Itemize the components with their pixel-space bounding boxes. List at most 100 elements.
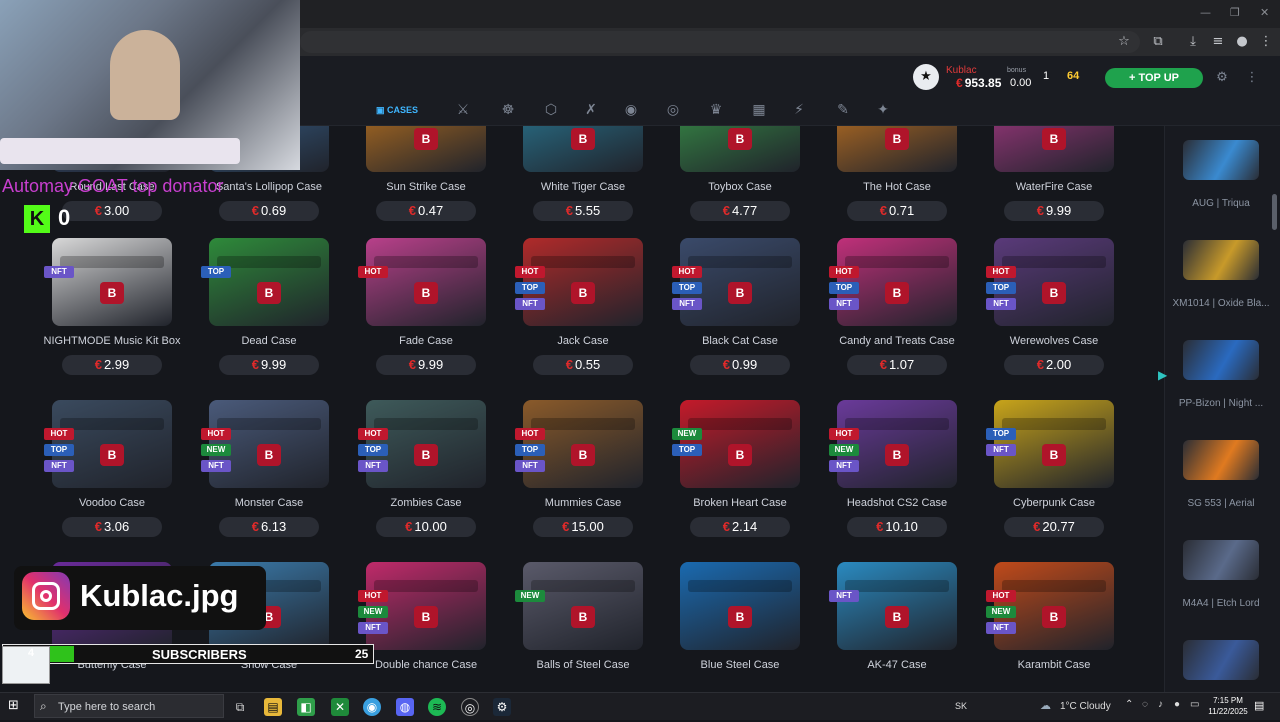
case-price-button[interactable]: €6.13 <box>219 517 319 537</box>
sidebar-drop-item[interactable]: XM1014 | Oxide Bla... <box>1169 232 1273 322</box>
case-card[interactable]: B TOP NFT Cyberpunk Case €20.77 <box>976 400 1132 560</box>
site-menu-icon[interactable]: ⋮ <box>1244 70 1260 86</box>
battle-icon[interactable]: ⚔ <box>452 99 474 121</box>
clock-time[interactable]: 7:15 PM <box>1208 696 1248 705</box>
case-price-button[interactable]: €1.07 <box>847 355 947 375</box>
case-card[interactable]: B HOT TOP NFT Voodoo Case €3.06 <box>34 400 190 560</box>
case-image[interactable]: B <box>837 562 957 650</box>
mic-icon[interactable]: ● <box>1174 699 1180 710</box>
case-card[interactable]: B HOT TOP NFT Zombies Case €10.00 <box>348 400 504 560</box>
case-price-button[interactable]: €0.47 <box>376 201 476 221</box>
avatar[interactable]: ★ <box>913 64 939 90</box>
case-card[interactable]: B NEW Balls of Steel Case <box>505 562 661 692</box>
xbox-icon[interactable]: ✕ <box>331 698 349 716</box>
case-card[interactable]: B HOT TOP NFT Mummies Case €15.00 <box>505 400 661 560</box>
discord-icon[interactable]: ◍ <box>396 698 414 716</box>
case-card[interactable]: B HOT TOP NFT Jack Case €0.55 <box>505 238 661 398</box>
nav-cases-tab[interactable]: ▣ CASES <box>376 99 432 121</box>
case-card[interactable]: B HOT TOP NFT Black Cat Case €0.99 <box>662 238 818 398</box>
case-price-button[interactable]: €0.69 <box>219 201 319 221</box>
case-price-button[interactable]: €0.55 <box>533 355 633 375</box>
case-price-button[interactable]: €0.71 <box>847 201 947 221</box>
case-price-button[interactable]: €15.00 <box>533 517 633 537</box>
case-card[interactable]: B White Tiger Case €5.55 <box>505 126 661 244</box>
case-card[interactable]: BHOTWaterFire Case€9.99 <box>976 126 1132 244</box>
wheel-icon[interactable]: ◉ <box>620 99 642 121</box>
clock-date[interactable]: 11/22/2025 <box>1200 707 1256 716</box>
volume-icon[interactable]: ♪ <box>1158 699 1163 710</box>
case-card[interactable]: B NFT NIGHTMODE Music Kit Box €2.99 <box>34 238 190 398</box>
case-card[interactable]: B HOT TOP NFT Candy and Treats Case €1.07 <box>819 238 975 398</box>
sidebar-drop-item[interactable]: SG 553 | Aerial <box>1169 432 1273 522</box>
case-price-button[interactable]: €10.00 <box>376 517 476 537</box>
download-icon[interactable]: ⤓ <box>1185 34 1201 50</box>
extensions-icon[interactable]: ⧉ <box>1150 34 1166 50</box>
case-card[interactable]: B HOT TOP NFT Werewolves Case €2.00 <box>976 238 1132 398</box>
case-price-button[interactable]: €20.77 <box>1004 517 1104 537</box>
case-card[interactable]: B HOT NEW NFT Headshot CS2 Case €10.10 <box>819 400 975 560</box>
chrome-icon[interactable]: ◉ <box>363 698 381 716</box>
case-card[interactable]: BNEWToybox Case€4.77 <box>662 126 818 244</box>
case-price-button[interactable]: €9.99 <box>1004 201 1104 221</box>
sidebar-drop-item[interactable]: M4A4 | Etch Lord <box>1169 532 1273 622</box>
case-price-button[interactable]: €2.14 <box>690 517 790 537</box>
case-image[interactable]: B <box>52 238 172 326</box>
case-image[interactable]: B <box>366 126 486 172</box>
weather-widget[interactable]: 1°C Cloudy <box>1060 701 1111 712</box>
wifi-icon[interactable]: ◌ <box>1142 699 1148 710</box>
bookmark-star-icon[interactable]: ☆ <box>1116 34 1132 50</box>
spotify-icon[interactable]: ≋ <box>428 698 446 716</box>
case-price-button[interactable]: €5.55 <box>533 201 633 221</box>
case-image[interactable]: B <box>209 238 329 326</box>
top-up-button[interactable]: + TOP UP <box>1105 68 1203 88</box>
maximize-button[interactable]: ❐ <box>1230 6 1240 19</box>
upgrade-icon[interactable]: ☸ <box>497 99 519 121</box>
case-price-button[interactable]: €9.99 <box>376 355 476 375</box>
sword-icon[interactable]: ▦ <box>748 99 770 121</box>
case-price-button[interactable]: €2.99 <box>62 355 162 375</box>
case-card[interactable]: B TOP Dead Case €9.99 <box>191 238 347 398</box>
case-card[interactable]: B HOT Fade Case €9.99 <box>348 238 504 398</box>
case-price-button[interactable]: €3.06 <box>62 517 162 537</box>
case-image[interactable]: B <box>366 238 486 326</box>
case-image[interactable]: B <box>523 562 643 650</box>
contract-icon[interactable]: ⬡ <box>540 99 562 121</box>
address-bar[interactable] <box>300 31 1140 53</box>
minimize-button[interactable]: — <box>1200 6 1211 19</box>
star-icon[interactable]: ✦ <box>872 99 894 121</box>
task-view-icon[interactable]: ⧉ <box>231 698 249 716</box>
sidebar-drop-item[interactable]: PP-Bizon | Night ... <box>1169 332 1273 422</box>
case-card[interactable]: B HOT NEW NFT Monster Case €6.13 <box>191 400 347 560</box>
rocket-icon[interactable]: ✎ <box>832 99 854 121</box>
sidebar-drop-item[interactable]: AUG | Triqua <box>1169 132 1273 222</box>
cards-icon[interactable]: ♛ <box>705 99 727 121</box>
case-card[interactable]: BNFTSun Strike Case€0.47 <box>348 126 504 244</box>
tray-chevron-icon[interactable]: ⌃ <box>1125 699 1133 710</box>
trophy-icon[interactable]: ◎ <box>662 99 684 121</box>
username[interactable]: Kublac <box>946 65 977 76</box>
case-image[interactable]: B <box>680 562 800 650</box>
case-card[interactable]: B Blue Steel Case <box>662 562 818 692</box>
case-price-button[interactable]: €10.10 <box>847 517 947 537</box>
case-card[interactable]: B NEW TOP Broken Heart Case €2.14 <box>662 400 818 560</box>
case-image[interactable]: B <box>523 126 643 172</box>
case-price-button[interactable]: €0.99 <box>690 355 790 375</box>
case-image[interactable]: B <box>994 126 1114 172</box>
case-image[interactable]: B <box>837 126 957 172</box>
case-card[interactable]: B NFT AK-47 Case <box>819 562 975 692</box>
case-card[interactable]: B HOT NEW NFT Double chance Case <box>348 562 504 692</box>
case-price-button[interactable]: €2.00 <box>1004 355 1104 375</box>
page-scrollbar[interactable] <box>1272 194 1277 230</box>
close-button[interactable]: ✕ <box>1260 6 1269 19</box>
language-indicator[interactable]: SK <box>955 701 967 711</box>
case-card[interactable]: B HOT NEW NFT Karambit Case <box>976 562 1132 692</box>
sidebar-toggle-icon[interactable]: ▶ <box>1158 368 1167 382</box>
crash-icon[interactable]: ✗ <box>580 99 602 121</box>
store-icon[interactable]: ◧ <box>297 698 315 716</box>
case-card[interactable]: BNFTThe Hot Case€0.71 <box>819 126 975 244</box>
case-price-button[interactable]: €4.77 <box>690 201 790 221</box>
browser-menu-icon[interactable]: ⋮ <box>1258 34 1274 50</box>
settings-icon[interactable]: ⚙ <box>1214 70 1230 86</box>
steam-icon[interactable]: ⚙ <box>493 698 511 716</box>
case-image[interactable]: B <box>680 126 800 172</box>
